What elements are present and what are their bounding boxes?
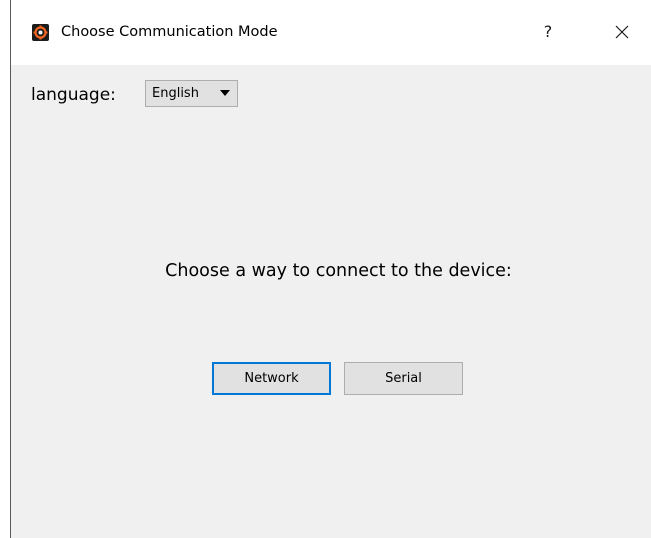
connection-prompt: Choose a way to connect to the device: [165, 261, 512, 281]
dialog-window: Choose Communication Mode ? language: En… [10, 0, 651, 538]
window-title: Choose Communication Mode [61, 24, 278, 40]
language-label: language: [31, 85, 116, 105]
close-icon [615, 25, 629, 39]
chevron-down-icon [220, 90, 230, 96]
network-button[interactable]: Network [212, 362, 331, 395]
language-select[interactable]: English [145, 80, 238, 107]
serial-button[interactable]: Serial [344, 362, 463, 395]
language-selected-value: English [152, 86, 199, 101]
title-bar[interactable]: Choose Communication Mode ? [11, 0, 651, 65]
app-gear-icon [32, 24, 49, 41]
help-button[interactable]: ? [533, 19, 563, 45]
close-button[interactable] [607, 19, 637, 45]
